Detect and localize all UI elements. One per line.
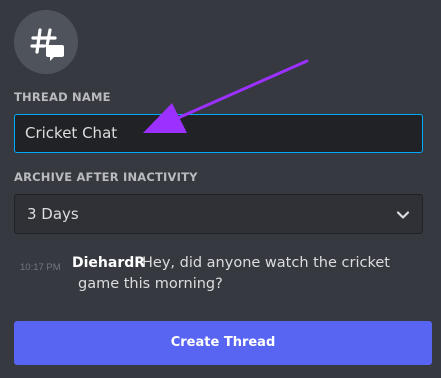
- archive-selected-value: 3 Days: [27, 205, 79, 223]
- thread-hashtag-icon: [14, 10, 78, 74]
- thread-name-value: Cricket Chat: [25, 124, 118, 142]
- thread-name-input[interactable]: Cricket Chat: [14, 114, 423, 153]
- chevron-down-icon: [396, 211, 410, 219]
- archive-label: ARCHIVE AFTER INACTIVITY: [14, 170, 198, 184]
- message-timestamp: 10:17 PM: [20, 262, 61, 273]
- archive-duration-select[interactable]: 3 Days: [14, 194, 423, 234]
- message-text: Hey, did anyone watch the cricket game t…: [78, 255, 390, 292]
- create-thread-button[interactable]: Create Thread: [14, 321, 432, 365]
- thread-name-label: THREAD NAME: [14, 90, 111, 104]
